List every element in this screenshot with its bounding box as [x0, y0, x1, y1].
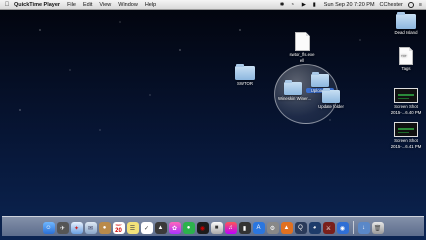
screenshot-thumbnail-icon — [394, 88, 418, 103]
desktop-icon-label: Tags — [401, 66, 411, 71]
finder-icon[interactable]: ☺ — [42, 222, 55, 234]
itunes-icon[interactable]: ♫ — [224, 222, 237, 234]
desktop-file-tags[interactable]: TXT Tags — [390, 47, 422, 71]
dock-separator — [352, 221, 354, 234]
menu-app-name[interactable]: QuickTime Player — [14, 2, 60, 8]
battery-icon[interactable]: ▮ — [313, 2, 319, 8]
desktop-file-screenshot-1[interactable]: Screen Shot 2015-...6.40 PM — [388, 88, 424, 115]
screenshot-thumbnail-icon — [394, 122, 418, 137]
menu-window[interactable]: Window — [118, 2, 138, 8]
menu-clock[interactable]: Sun Sep 20 7:20 PM — [324, 2, 375, 8]
menu-edit[interactable]: Edit — [83, 2, 92, 8]
apple-menu-icon[interactable]:  — [0, 2, 14, 8]
wifi-icon[interactable]: ◔ — [291, 2, 297, 8]
desktop-icon-label: Dead Island — [394, 30, 418, 35]
menu-user[interactable]: CChester — [380, 2, 403, 8]
system-preferences-icon[interactable]: ⚙ — [266, 222, 279, 234]
desktop-file-swtor-exe[interactable]: swtor_fls.exe ell — [282, 32, 322, 63]
downloads-stack-icon[interactable]: ↓ — [357, 222, 370, 234]
wineskin-app-icon[interactable]: ◉ — [336, 222, 349, 234]
vlc-icon[interactable]: ▲ — [280, 222, 293, 234]
folder-icon — [311, 72, 329, 87]
file-type-badge: TXT — [401, 54, 407, 58]
star-field — [19, 21, 361, 131]
maps-icon[interactable]: ▲ — [154, 222, 167, 234]
desktop-icon-label: Screen Shot — [394, 138, 418, 143]
safari-icon[interactable]: ✦ — [70, 222, 83, 234]
menu-help[interactable]: Help — [145, 2, 156, 8]
contacts-icon[interactable]: ● — [98, 222, 111, 234]
dock: ☺ ✈ ✦ ✉ ● SEP 20 ☰ ✓ ▲ ✿ ● ◉ ■ ♫ ▮ A ⚙ ▲… — [2, 216, 424, 236]
calendar-icon[interactable]: SEP 20 — [112, 222, 125, 234]
desktop-icon-label: Wineskin Winer... — [278, 96, 312, 101]
menu-bar:  QuickTime Player File Edit View Window… — [0, 0, 426, 10]
notification-center-icon[interactable]: ≡ — [419, 2, 422, 8]
steam-icon[interactable]: ◕ — [308, 222, 321, 234]
photo-booth-icon[interactable]: ◉ — [196, 222, 209, 234]
messages-icon[interactable]: ● — [182, 222, 195, 234]
desktop-folder-swtor[interactable]: SWTOR — [228, 64, 262, 86]
menu-view[interactable]: View — [99, 2, 111, 8]
facetime-icon[interactable]: ■ — [210, 222, 223, 234]
quicktime-icon[interactable]: Q — [294, 222, 307, 234]
reminders-icon[interactable]: ✓ — [140, 222, 153, 234]
folder-icon — [396, 12, 416, 29]
desktop-icon-label: Screen Shot — [394, 104, 418, 109]
folder-icon — [284, 80, 302, 95]
calendar-day: 20 — [115, 228, 122, 234]
spotlight-search-icon[interactable] — [407, 1, 414, 8]
desktop-file-screenshot-2[interactable]: Screen Shot 2015-...6.41 PM — [388, 122, 424, 149]
ibooks-icon[interactable]: ▮ — [238, 222, 251, 234]
desktop-icon-label: 2015-...6.40 PM — [390, 110, 422, 115]
volume-icon[interactable]: ▶ — [302, 2, 308, 8]
folder-icon — [322, 88, 340, 103]
trash-icon[interactable]: 🗑 — [371, 222, 384, 234]
desktop-icon-label: 2015-...6.41 PM — [390, 144, 422, 149]
menu-file[interactable]: File — [67, 2, 76, 8]
app-store-icon[interactable]: A — [252, 222, 265, 234]
photos-icon[interactable]: ✿ — [168, 222, 181, 234]
text-document-icon: TXT — [399, 47, 413, 65]
desktop-folder-dead-island[interactable]: Dead Island — [390, 12, 422, 35]
desktop-folder-wineskin[interactable]: Wineskin Winer... — [278, 80, 312, 101]
folder-icon — [235, 64, 255, 80]
desktop-icon-label: SWTOR — [237, 81, 253, 86]
notes-icon[interactable]: ☰ — [126, 222, 139, 234]
document-icon — [294, 32, 310, 51]
desktop-icon-label: Update folder — [318, 104, 344, 109]
mail-icon[interactable]: ✉ — [84, 222, 97, 234]
launchpad-icon[interactable]: ✈ — [56, 222, 69, 234]
desktop-icon-label: ell — [299, 58, 305, 63]
desktop-folder-update[interactable]: Update folder — [316, 88, 346, 109]
game-app-icon[interactable]: ⚔ — [322, 222, 335, 234]
bluetooth-icon[interactable]: ✱ — [280, 2, 286, 8]
desktop-icon-label: swtor_fls.exe — [289, 52, 315, 57]
